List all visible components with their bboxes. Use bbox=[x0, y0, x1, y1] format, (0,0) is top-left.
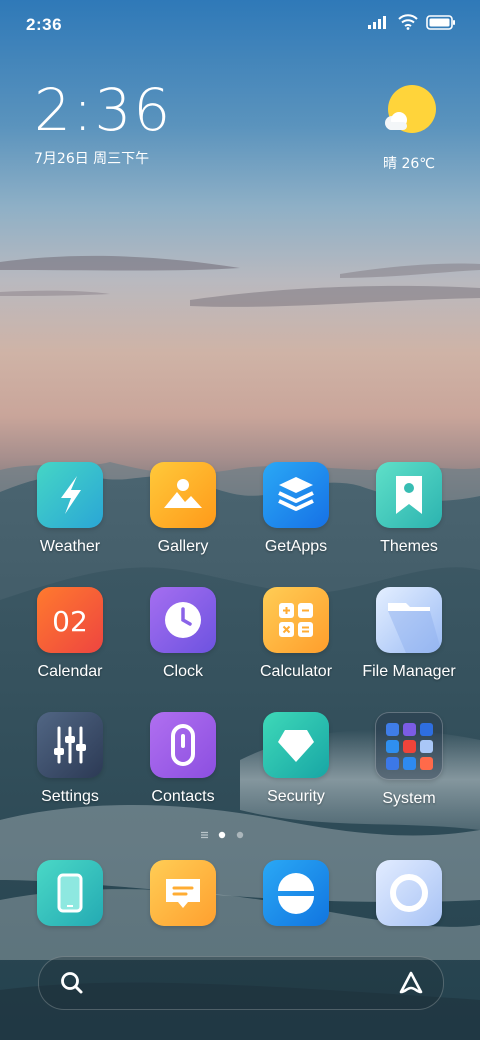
assistant-icon[interactable] bbox=[397, 970, 425, 996]
weather-widget[interactable]: 晴 26℃ bbox=[374, 84, 444, 173]
signal-icon bbox=[368, 16, 386, 29]
browser-icon bbox=[278, 873, 314, 914]
clock-icon bbox=[165, 602, 201, 638]
calendar-icon: 02 bbox=[52, 605, 88, 638]
page-indicator bbox=[201, 831, 244, 839]
settings-app-icon bbox=[37, 712, 103, 778]
app-label: Clock bbox=[162, 663, 203, 680]
app-label: System bbox=[382, 790, 436, 807]
phone-app-icon bbox=[37, 860, 103, 926]
calculator-app-icon bbox=[263, 587, 329, 653]
status-time: 2:36 bbox=[26, 15, 63, 34]
contacts-app-icon bbox=[150, 712, 216, 778]
app-contacts[interactable]: Contacts bbox=[127, 712, 239, 806]
security-app-icon bbox=[263, 712, 329, 778]
contacts-icon bbox=[171, 724, 195, 766]
app-clock[interactable]: Clock bbox=[127, 587, 239, 681]
app-label: Calculator bbox=[259, 663, 333, 680]
app-security[interactable]: Security bbox=[240, 712, 352, 806]
shield-icon bbox=[278, 730, 314, 762]
app-file-manager[interactable]: File Manager bbox=[353, 587, 465, 681]
status-bar: 2:36 bbox=[0, 0, 480, 50]
lightning-icon bbox=[61, 476, 81, 514]
weather-text: 晴 26℃ bbox=[383, 156, 435, 172]
app-calendar[interactable]: 02 Calendar bbox=[14, 587, 126, 681]
browser-app-icon bbox=[263, 860, 329, 926]
landscape-icon bbox=[164, 479, 202, 508]
dock-phone[interactable] bbox=[14, 860, 126, 926]
battery-icon bbox=[426, 14, 455, 30]
calendar-icon-text: 02 bbox=[52, 605, 88, 638]
search-bar[interactable] bbox=[38, 956, 444, 1010]
app-settings[interactable]: Settings bbox=[14, 712, 126, 806]
dock-browser[interactable] bbox=[240, 860, 352, 926]
widget-date: 7月26日 周三下午 bbox=[34, 151, 150, 167]
app-getapps[interactable]: GetApps bbox=[240, 462, 352, 556]
themes-app-icon bbox=[376, 462, 442, 528]
messages-app-icon bbox=[150, 860, 216, 926]
folder-icon bbox=[388, 603, 442, 653]
gallery-app-icon bbox=[150, 462, 216, 528]
calculator-icon bbox=[279, 603, 313, 637]
system-folder-icon bbox=[375, 712, 443, 780]
app-label: Themes bbox=[380, 538, 438, 555]
message-icon bbox=[166, 879, 200, 908]
getapps-app-icon bbox=[263, 462, 329, 528]
dock-messages[interactable] bbox=[127, 860, 239, 926]
app-label: Settings bbox=[41, 788, 99, 805]
app-label: Weather bbox=[39, 538, 101, 555]
file-manager-app-icon bbox=[376, 587, 442, 653]
widget-time: 2:36 bbox=[34, 76, 173, 144]
app-calculator[interactable]: Calculator bbox=[240, 587, 352, 681]
weather-app-icon bbox=[37, 462, 103, 528]
folder-grid-icon bbox=[386, 723, 433, 770]
app-gallery[interactable]: Gallery bbox=[127, 462, 239, 556]
camera-app-icon bbox=[376, 860, 442, 926]
app-weather[interactable]: Weather bbox=[14, 462, 126, 556]
camera-icon bbox=[390, 874, 428, 912]
app-label: Contacts bbox=[151, 788, 215, 805]
app-label: File Manager bbox=[362, 663, 456, 680]
dock-camera[interactable] bbox=[353, 860, 465, 926]
wifi-icon bbox=[398, 14, 418, 30]
layers-icon bbox=[278, 477, 314, 511]
app-label: GetApps bbox=[264, 538, 328, 555]
app-system-folder[interactable]: System bbox=[353, 712, 465, 808]
calendar-app-icon: 02 bbox=[37, 587, 103, 653]
search-icon[interactable] bbox=[59, 970, 85, 996]
status-icons bbox=[368, 14, 456, 30]
app-label: Security bbox=[267, 788, 325, 805]
sliders-icon bbox=[54, 726, 86, 764]
app-label: Calendar bbox=[37, 663, 103, 680]
app-label: Gallery bbox=[157, 538, 209, 555]
sunny-partly-cloudy-icon bbox=[385, 85, 436, 133]
bookmark-icon bbox=[396, 476, 422, 514]
clock-widget[interactable]: 2:36 7月26日 周三下午 bbox=[34, 80, 172, 168]
app-themes[interactable]: Themes bbox=[353, 462, 465, 556]
phone-icon bbox=[57, 873, 83, 913]
clock-app-icon bbox=[150, 587, 216, 653]
